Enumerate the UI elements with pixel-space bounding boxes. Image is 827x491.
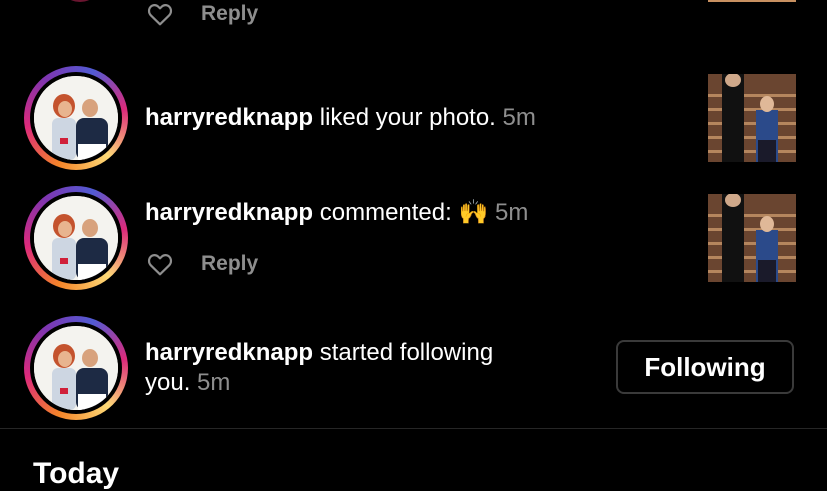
- comment-emoji: 🙌: [458, 199, 489, 226]
- avatar: [34, 326, 118, 410]
- post-thumbnail[interactable]: [708, 0, 796, 2]
- avatar-story-ring[interactable]: [24, 316, 128, 420]
- notification-text: harryredknapp started following: [145, 338, 493, 368]
- notification-action: started following: [319, 339, 494, 366]
- notification-action: you.: [145, 369, 191, 396]
- post-thumbnail[interactable]: [708, 74, 796, 162]
- like-heart-icon[interactable]: [147, 2, 173, 26]
- section-title: Today: [33, 457, 120, 490]
- username-link[interactable]: harryredknapp: [145, 104, 313, 131]
- timestamp: 5m: [197, 369, 231, 396]
- username-link[interactable]: harryredknapp: [145, 199, 313, 226]
- avatar-story-ring[interactable]: [24, 186, 128, 290]
- partial-avatar[interactable]: [58, 0, 102, 2]
- timestamp: 5m: [502, 104, 536, 131]
- notification-action: liked your photo.: [319, 104, 496, 131]
- notification-text-line2: you. 5m: [145, 368, 230, 398]
- avatar: [34, 76, 118, 160]
- notification-text: harryredknapp commented: 🙌 5m: [145, 198, 528, 228]
- like-heart-icon[interactable]: [147, 252, 173, 276]
- avatar-story-ring[interactable]: [24, 66, 128, 170]
- reply-link[interactable]: Reply: [201, 252, 258, 276]
- timestamp: 5m: [495, 199, 529, 226]
- notification-text: harryredknapp liked your photo. 5m: [145, 103, 536, 133]
- avatar: [34, 196, 118, 280]
- following-button[interactable]: Following: [616, 340, 794, 394]
- username-link[interactable]: harryredknapp: [145, 339, 313, 366]
- notification-action: commented:: [319, 199, 452, 226]
- post-thumbnail[interactable]: [708, 194, 796, 282]
- section-divider: [0, 428, 827, 429]
- reply-link[interactable]: Reply: [201, 2, 258, 26]
